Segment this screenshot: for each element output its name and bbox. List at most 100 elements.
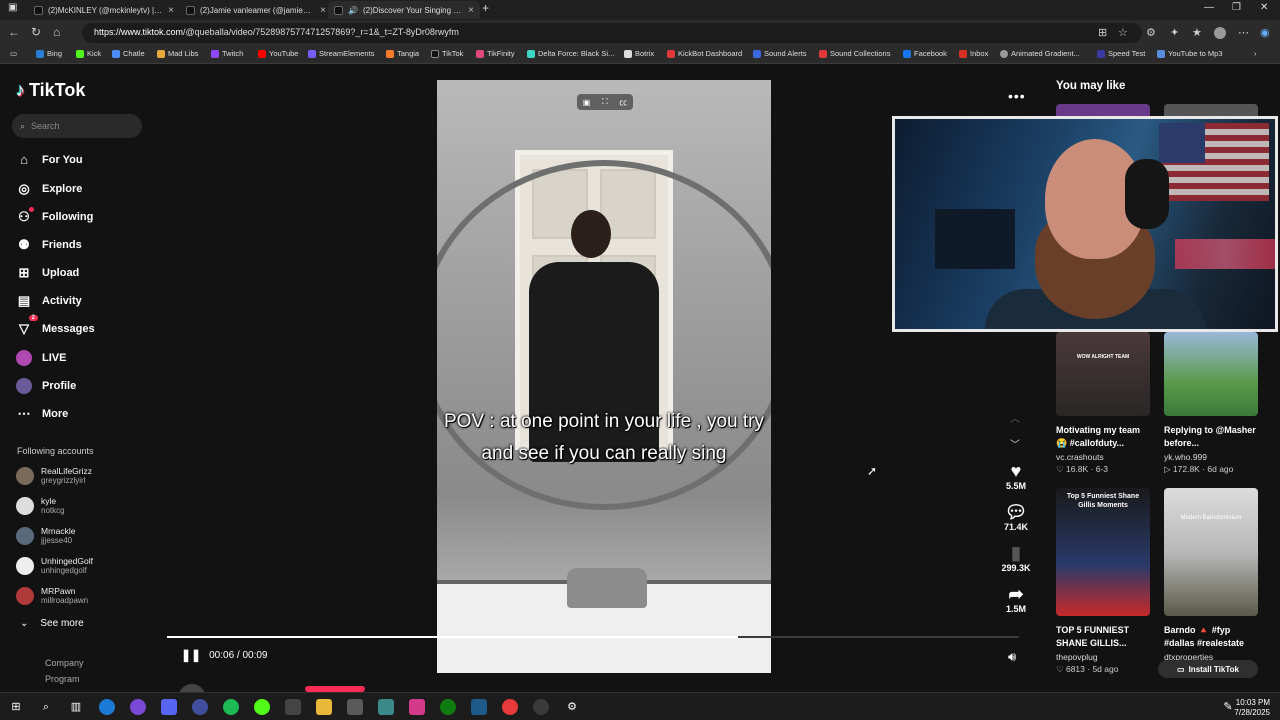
bookmark-tiktok[interactable]: TikTok xyxy=(431,49,463,58)
bookmark-sound-collections[interactable]: Sound Collections xyxy=(819,49,890,58)
bookmark-folder-icon[interactable]: ▭ xyxy=(10,49,17,58)
spotify-icon[interactable] xyxy=(223,699,239,715)
bookmark-bing[interactable]: Bing xyxy=(36,49,62,58)
bookmark-youtube[interactable]: YouTube xyxy=(258,49,298,58)
xbox-icon[interactable] xyxy=(440,699,456,715)
extensions-icon[interactable]: ⚙ xyxy=(1146,26,1156,39)
bookmark-speed-test[interactable]: Speed Test xyxy=(1097,49,1145,58)
tab-close-icon[interactable]: × xyxy=(168,5,174,16)
following-account[interactable]: kyle notkcg xyxy=(16,496,65,516)
window-menu-icon[interactable]: ▣ xyxy=(8,2,17,13)
tab-close-icon[interactable]: × xyxy=(320,5,326,16)
nav-upload[interactable]: ⊞ Upload xyxy=(16,265,80,281)
see-more-button[interactable]: ⌄ See more xyxy=(20,618,84,629)
bookmark-animated-gradient[interactable]: Animated Gradient... xyxy=(1000,49,1080,58)
bookmark-kickbot[interactable]: KickBot Dashboard xyxy=(667,49,742,58)
profile-avatar-icon[interactable] xyxy=(1214,27,1226,39)
bookmark-chatle[interactable]: Chatle xyxy=(112,49,145,58)
nav-for-you[interactable]: ⌂ For You xyxy=(16,152,82,167)
bookmark-kick[interactable]: Kick xyxy=(76,49,101,58)
suggestion-card[interactable]: Replying to @Masher before... yk.who.999… xyxy=(1164,332,1258,475)
discord-icon[interactable] xyxy=(161,699,177,715)
video-overlay-controls[interactable]: ▣ ⛶ ㏄ xyxy=(577,94,633,110)
bookmark-facebook[interactable]: Facebook xyxy=(903,49,947,58)
app-icon[interactable] xyxy=(409,699,425,715)
favorite-star-icon[interactable]: ☆ xyxy=(1118,26,1128,39)
app-icon[interactable] xyxy=(533,699,549,715)
app-icon[interactable] xyxy=(192,699,208,715)
nav-following[interactable]: ⚇ Following xyxy=(16,207,93,225)
captions-icon[interactable]: ㏄ xyxy=(619,97,627,108)
refresh-icon[interactable]: ↻ xyxy=(31,25,41,39)
settings-more-icon[interactable]: ⋯ xyxy=(1238,26,1249,39)
following-account[interactable]: UnhingedGolf unhingedgolf xyxy=(16,556,93,576)
share-button[interactable]: ➦ 1.5M xyxy=(1000,584,1032,614)
nav-live[interactable]: LIVE xyxy=(16,350,66,366)
bookmark-button[interactable]: ▮ 299.3K xyxy=(1000,543,1032,573)
following-account[interactable]: RealLifeGrizz greygrizzlyirl xyxy=(16,466,92,486)
bookmark-mad-libs[interactable]: Mad Libs xyxy=(157,49,198,58)
file-explorer-icon[interactable] xyxy=(316,699,332,715)
pip-icon[interactable]: ▣ xyxy=(583,98,591,107)
bookmark-inbox[interactable]: Inbox xyxy=(959,49,988,58)
tiktok-logo[interactable]: ♪ TikTok xyxy=(16,80,85,101)
comment-button[interactable]: 💬︎ 71.4K xyxy=(1000,502,1032,532)
pause-icon[interactable]: ❚❚ xyxy=(181,648,201,662)
home-browser-icon[interactable]: ⌂ xyxy=(53,25,60,39)
kick-icon[interactable] xyxy=(254,699,270,715)
settings-gear-icon[interactable]: ⚙ xyxy=(564,699,580,715)
app-icon[interactable] xyxy=(502,699,518,715)
system-clock[interactable]: 10:03 PM 7/28/2025 xyxy=(1234,698,1270,718)
app-icon[interactable] xyxy=(285,699,301,715)
suggestion-card[interactable]: Top 5 Funniest Shane Gillis Moments TOP … xyxy=(1056,488,1150,675)
favorites-icon[interactable]: ★ xyxy=(1192,26,1202,39)
apps-icon[interactable]: ⊞ xyxy=(1098,26,1107,39)
following-account[interactable]: MRPawn millroadpawn xyxy=(16,586,88,606)
bookmark-streamelements[interactable]: StreamElements xyxy=(308,49,374,58)
copilot-icon[interactable]: ◉ xyxy=(1260,26,1270,39)
address-bar[interactable]: https://www.tiktok.com/@queballa/video/7… xyxy=(82,23,1142,43)
maximize-icon[interactable]: ❐ xyxy=(1232,2,1241,13)
bookmark-tangia[interactable]: Tangia xyxy=(386,49,419,58)
search-icon[interactable]: ⌕ xyxy=(38,699,54,715)
more-options-icon[interactable]: ••• xyxy=(1008,88,1026,104)
puzzle-icon[interactable]: ✦ xyxy=(1170,26,1179,39)
edge-icon[interactable] xyxy=(99,699,115,715)
speaker-icon[interactable]: 🔊 xyxy=(348,6,358,15)
app-icon[interactable] xyxy=(471,699,487,715)
suggestion-card[interactable]: Modern Barndominium Barndo 🔺 #fyp #dalla… xyxy=(1164,488,1258,662)
next-video-icon[interactable]: ﹀ xyxy=(1010,436,1020,451)
bookmark-youtube-mp3[interactable]: YouTube to Mp3 xyxy=(1157,49,1223,58)
nav-friends[interactable]: ⚉ Friends xyxy=(16,237,82,253)
new-tab-icon[interactable]: + xyxy=(482,1,489,15)
search-input[interactable]: ⌕ Search xyxy=(12,114,142,138)
nav-more[interactable]: ⋯ More xyxy=(16,406,69,422)
volume-icon[interactable]: 🔊︎ xyxy=(1008,649,1016,665)
browser-tab-2[interactable]: (2)Jamie vanleamer (@jamie_vani × xyxy=(180,1,332,19)
following-account[interactable]: Mrnackle jjjesse40 xyxy=(16,526,75,546)
minimize-icon[interactable]: — xyxy=(1204,2,1214,13)
suggestion-card[interactable]: WOW ALRIGHT TEAM Motivating my team 😭 #c… xyxy=(1056,332,1150,475)
fullscreen-icon[interactable]: ⛶ xyxy=(602,97,608,107)
install-tiktok-button[interactable]: ▭ Install TikTok xyxy=(1158,660,1258,678)
back-icon[interactable]: ← xyxy=(8,25,20,39)
like-button[interactable]: ♥ 5.5M xyxy=(1000,461,1032,491)
app-icon[interactable] xyxy=(378,699,394,715)
bookmarks-overflow-icon[interactable]: › xyxy=(1254,49,1257,58)
previous-video-icon[interactable]: ︿ xyxy=(1010,410,1020,425)
footer-program-link[interactable]: Program xyxy=(45,674,80,684)
browser-tab-3-active[interactable]: 🔊 (2)Discover Your Singing Pot × xyxy=(328,1,480,19)
bookmark-delta-force[interactable]: Delta Force: Black Si... xyxy=(527,49,614,58)
video-progress-bar[interactable] xyxy=(167,636,1019,638)
app-icon[interactable] xyxy=(130,699,146,715)
footer-company-link[interactable]: Company xyxy=(45,658,84,668)
nav-activity[interactable]: ▤ Activity xyxy=(16,293,82,309)
nav-explore[interactable]: ◎ Explore xyxy=(16,181,82,197)
nav-messages[interactable]: ▽ 2 Messages xyxy=(16,315,95,337)
nav-profile[interactable]: Profile xyxy=(16,378,76,394)
windows-start-icon[interactable]: ⊞ xyxy=(8,699,24,715)
tab-close-icon[interactable]: × xyxy=(468,5,474,16)
bookmark-botrix[interactable]: Botrix xyxy=(624,49,654,58)
steam-icon[interactable] xyxy=(347,699,363,715)
bookmark-tikfinity[interactable]: TikFinity xyxy=(476,49,515,58)
